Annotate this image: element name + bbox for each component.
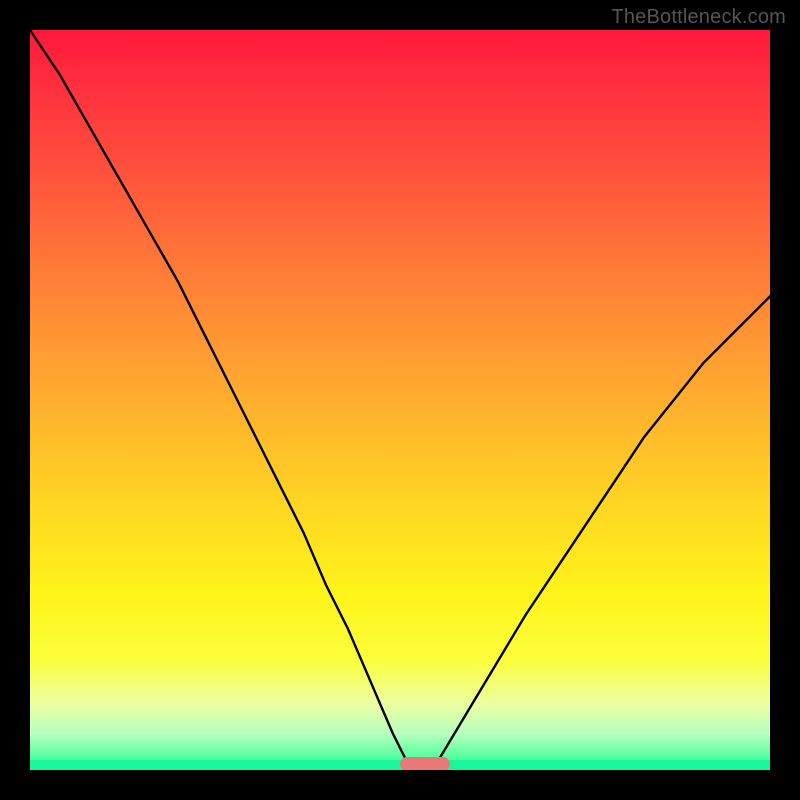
watermark-text: TheBottleneck.com (611, 6, 786, 29)
curve-layer (30, 30, 770, 770)
bottleneck-marker (400, 757, 450, 770)
chart-container: TheBottleneck.com (0, 0, 800, 800)
plot-area (30, 30, 770, 770)
left-curve-path (30, 30, 407, 763)
right-curve-path (437, 296, 770, 762)
